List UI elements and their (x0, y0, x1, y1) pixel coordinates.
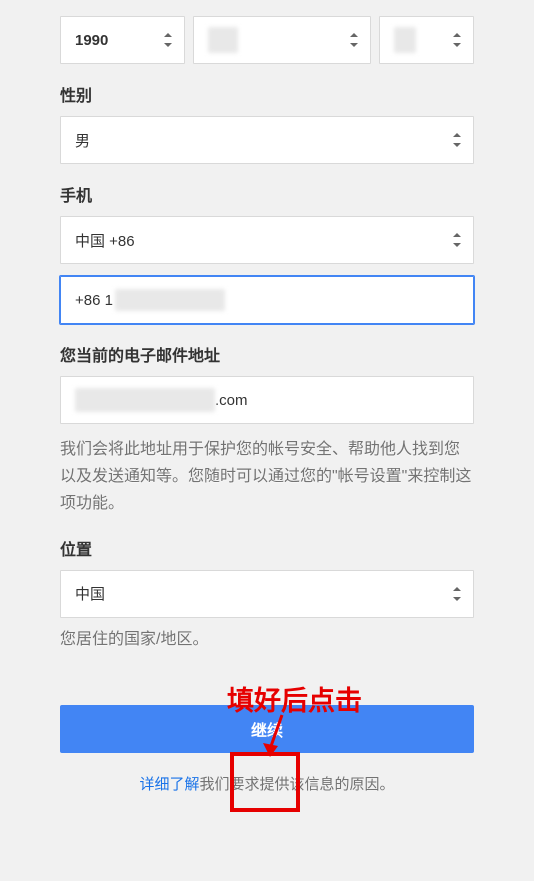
censored-placeholder (115, 289, 225, 311)
censored-placeholder (75, 388, 215, 412)
updown-icon (453, 233, 461, 247)
phone-label: 手机 (60, 182, 474, 206)
location-value: 中国 (75, 583, 105, 604)
phone-number-input[interactable]: +86 1 (60, 276, 474, 324)
updown-icon (350, 33, 358, 47)
birth-day-select[interactable] (379, 16, 474, 64)
learn-more-link[interactable]: 详细了解 (139, 776, 199, 793)
location-help-text: 您居住的国家/地区。 (60, 626, 474, 653)
phone-country-value: 中国 +86 (75, 230, 135, 251)
email-suffix: .com (215, 392, 248, 409)
bottom-info: 详细了解我们要求提供该信息的原因。 (60, 773, 474, 794)
censored-placeholder (208, 27, 238, 53)
updown-icon (453, 133, 461, 147)
gender-label: 性别 (60, 82, 474, 106)
continue-button[interactable]: 继续 (60, 705, 474, 753)
bottom-info-rest: 我们要求提供该信息的原因。 (200, 776, 395, 793)
gender-value: 男 (75, 130, 90, 151)
censored-placeholder (394, 27, 416, 53)
phone-prefix: +86 1 (75, 292, 113, 309)
gender-select[interactable]: 男 (60, 116, 474, 164)
location-select[interactable]: 中国 (60, 570, 474, 618)
continue-label: 继续 (251, 723, 283, 740)
location-label: 位置 (60, 536, 474, 560)
email-label: 您当前的电子邮件地址 (60, 342, 474, 366)
updown-icon (164, 33, 172, 47)
updown-icon (453, 33, 461, 47)
birth-year-value: 1990 (75, 32, 108, 49)
updown-icon (453, 587, 461, 601)
birth-year-select[interactable]: 1990 (60, 16, 185, 64)
email-input[interactable]: .com (60, 376, 474, 424)
birth-month-select[interactable] (193, 16, 371, 64)
email-help-text: 我们会将此地址用于保护您的帐号安全、帮助他人找到您以及发送通知等。您随时可以通过… (60, 436, 474, 518)
phone-country-select[interactable]: 中国 +86 (60, 216, 474, 264)
